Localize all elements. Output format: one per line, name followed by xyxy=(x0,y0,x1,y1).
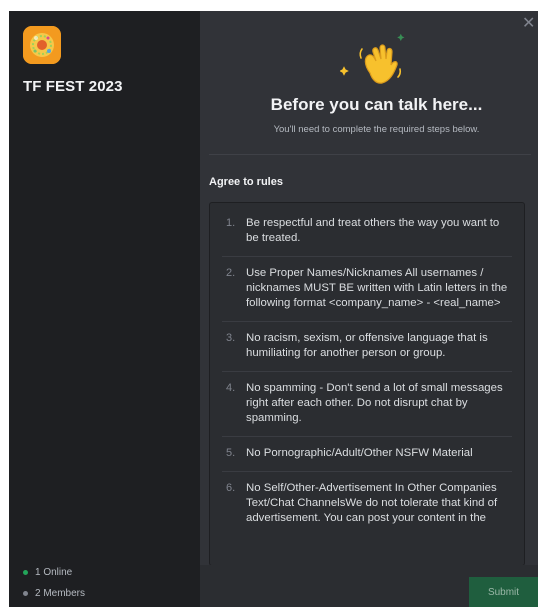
rule-number: 5. xyxy=(226,447,236,459)
submit-button[interactable]: Submit xyxy=(469,577,538,607)
rules-screen: ✕ Before you can talk here... You'll nee… xyxy=(200,11,538,607)
rule-item: 6. No Self/Other-Advertisement In Other … xyxy=(222,472,512,536)
section-title: Agree to rules xyxy=(209,176,283,188)
online-count: 1 Online xyxy=(23,567,72,578)
rule-number: 1. xyxy=(226,217,236,229)
modal-subtitle: You'll need to complete the required ste… xyxy=(273,124,480,135)
online-status-dot xyxy=(23,570,28,575)
online-count-label: 1 Online xyxy=(35,567,73,578)
rule-item: 1. Be respectful and treat others the wa… xyxy=(222,207,512,257)
rule-text: Be respectful and treat others the way y… xyxy=(246,217,500,244)
members-status-dot xyxy=(23,591,28,596)
waving-hand-icon xyxy=(339,21,420,101)
rule-item: 4. No spamming - Don't send a lot of sma… xyxy=(222,372,512,437)
divider xyxy=(209,154,531,155)
server-sidebar: TF FEST 2023 1 Online 2 Members xyxy=(9,11,200,607)
close-icon[interactable]: ✕ xyxy=(522,15,538,33)
rule-number: 3. xyxy=(226,332,236,344)
rule-item: 5. No Pornographic/Adult/Other NSFW Mate… xyxy=(222,437,512,472)
rule-number: 2. xyxy=(226,267,236,279)
server-logo-icon[interactable] xyxy=(23,26,61,64)
rule-text: No racism, sexism, or offensive language… xyxy=(246,332,488,359)
modal-title: Before you can talk here... xyxy=(270,95,483,114)
server-name: TF FEST 2023 xyxy=(23,78,123,95)
rules-list[interactable]: 1. Be respectful and treat others the wa… xyxy=(209,202,525,566)
rule-number: 6. xyxy=(226,482,236,494)
rule-text: No spamming - Don't send a lot of small … xyxy=(246,382,503,424)
rule-number: 4. xyxy=(226,382,236,394)
onboarding-window: TF FEST 2023 1 Online 2 Members ✕ Before… xyxy=(9,11,538,607)
rule-item: 2. Use Proper Names/Nicknames All userna… xyxy=(222,257,512,322)
member-count: 2 Members xyxy=(23,588,85,599)
rule-text: No Pornographic/Adult/Other NSFW Materia… xyxy=(246,447,473,459)
rule-text: No Self/Other-Advertisement In Other Com… xyxy=(246,482,498,524)
rule-text: Use Proper Names/Nicknames All usernames… xyxy=(246,267,508,309)
rule-item: 3. No racism, sexism, or offensive langu… xyxy=(222,322,512,372)
member-count-label: 2 Members xyxy=(35,588,86,599)
